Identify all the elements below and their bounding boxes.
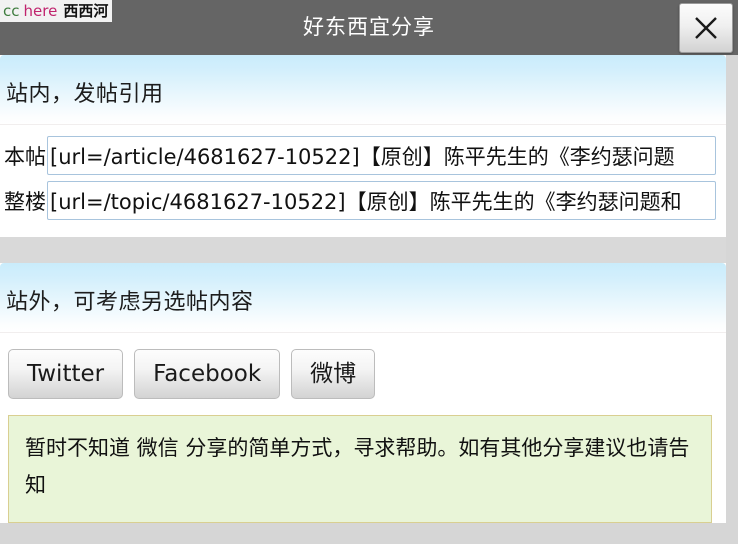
- logo-text-here: here: [23, 2, 58, 20]
- section-title-off-site: 站外，可考虑另选帖内容: [6, 290, 254, 315]
- page-gutter: [726, 55, 738, 544]
- close-icon: [680, 15, 732, 41]
- share-button-row: Twitter Facebook 微博: [0, 333, 726, 411]
- logo-text-cn: 西西河: [63, 2, 109, 20]
- share-facebook-button[interactable]: Facebook: [134, 349, 281, 399]
- dialog-body: 站内，发帖引用 本帖 整楼 站外，可考虑另选帖内容 Twitter Facebo…: [0, 55, 726, 523]
- share-weibo-button[interactable]: 微博: [291, 349, 376, 399]
- section-header-off-site: 站外，可考虑另选帖内容: [0, 263, 726, 333]
- share-twitter-button[interactable]: Twitter: [8, 349, 124, 399]
- field-label-topic: 整楼: [4, 189, 46, 214]
- topic-url-input[interactable]: [47, 181, 716, 220]
- in-site-fields: 本帖 整楼: [0, 125, 726, 237]
- section-title-in-site: 站内，发帖引用: [6, 82, 164, 107]
- field-label-article: 本帖: [4, 144, 46, 169]
- dialog-titlebar: 好东西宜分享 cc here 西西河: [0, 0, 738, 55]
- article-url-input[interactable]: [47, 136, 716, 175]
- field-row-topic: 整楼: [0, 178, 726, 223]
- close-button[interactable]: [679, 3, 733, 53]
- logo-text-cc: cc: [3, 2, 20, 20]
- site-logo[interactable]: cc here 西西河: [0, 0, 113, 22]
- share-dialog: 好东西宜分享 cc here 西西河 站内，发帖引用 本帖 [url=/arti…: [0, 0, 738, 544]
- section-header-in-site: 站内，发帖引用: [0, 55, 726, 125]
- section-divider: [0, 237, 726, 263]
- wechat-notice: 暂时不知道 微信 分享的简单方式，寻求帮助。如有其他分享建议也请告知: [8, 415, 712, 523]
- field-row-article: 本帖: [0, 133, 726, 178]
